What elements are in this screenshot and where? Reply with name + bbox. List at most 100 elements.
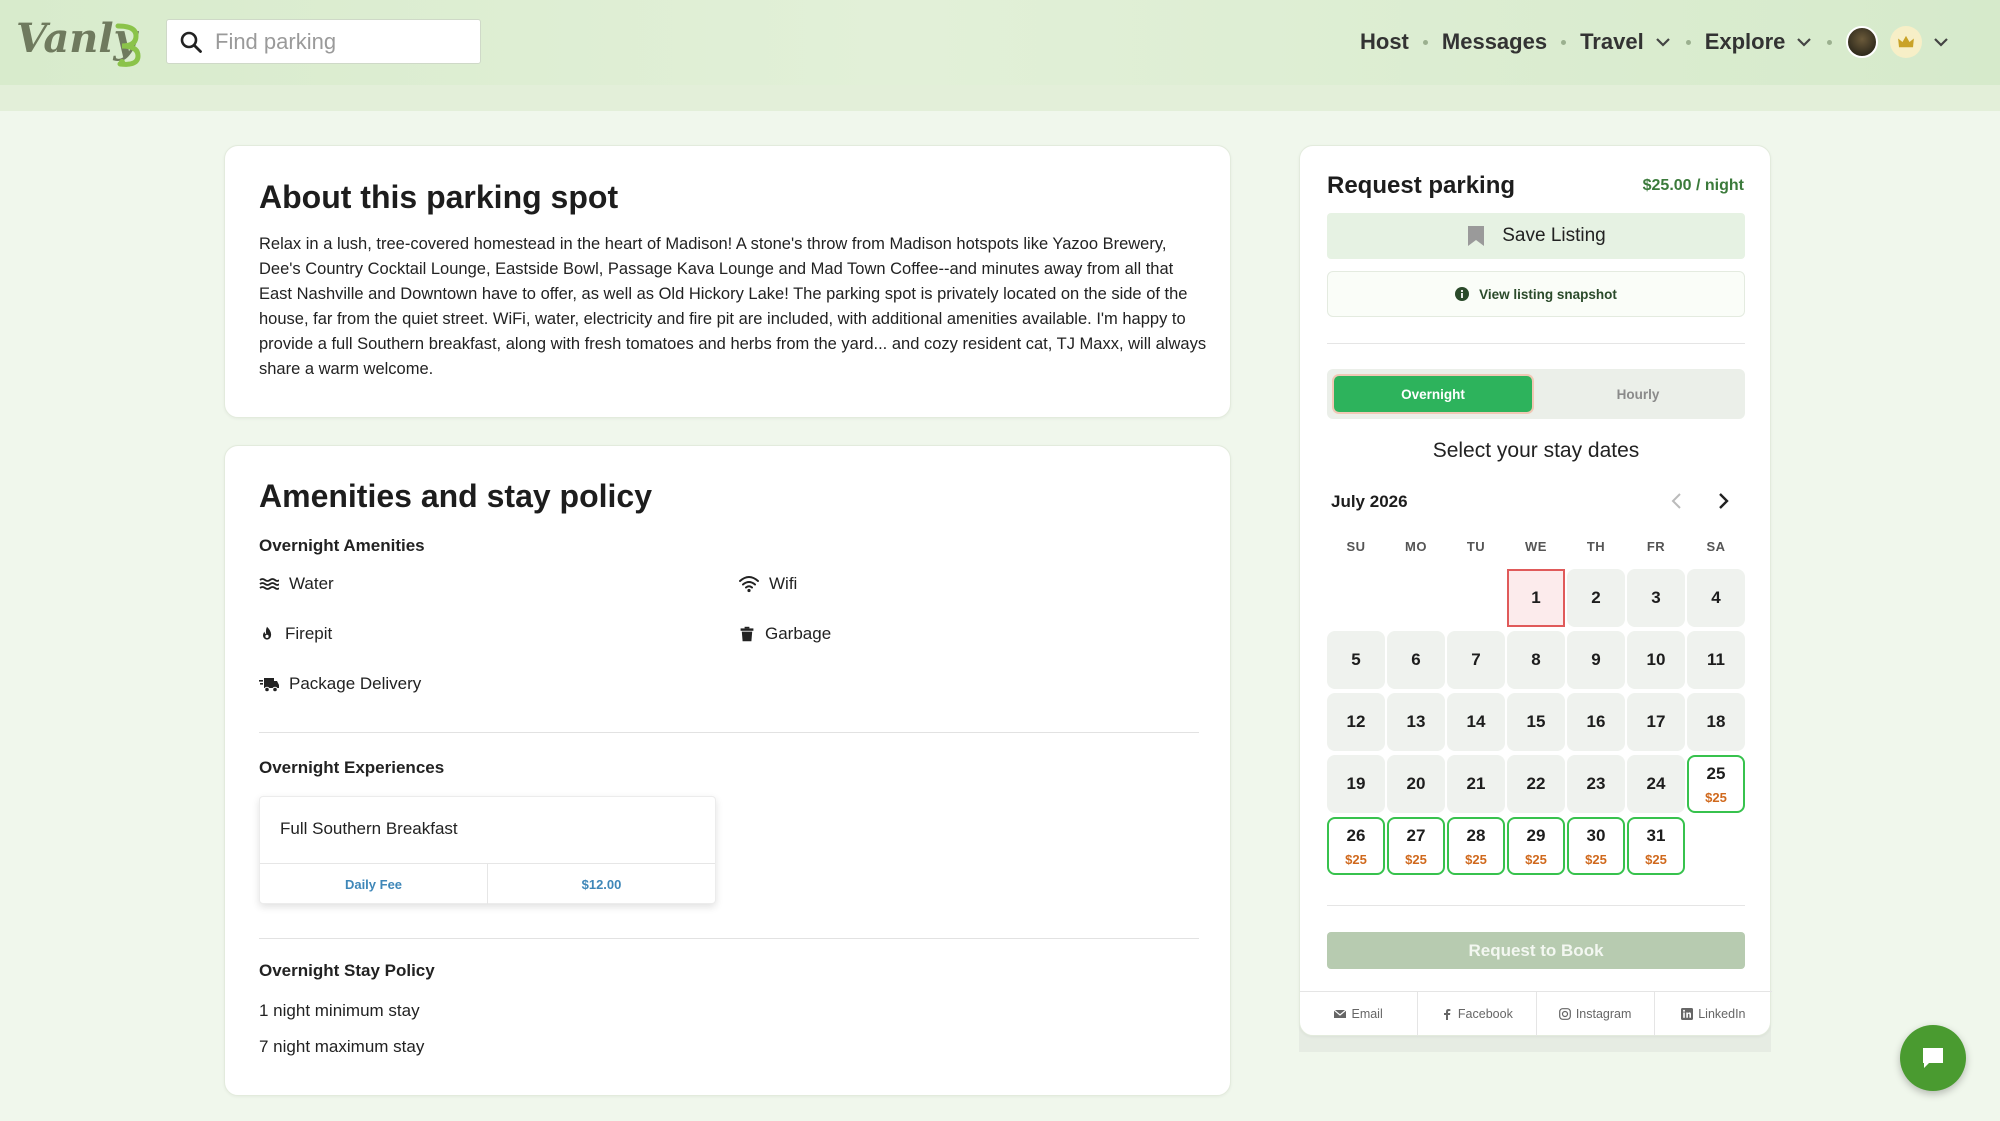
amenity-water: Water: [259, 574, 334, 594]
calendar-day-5[interactable]: 5: [1327, 631, 1385, 689]
search-input[interactable]: [215, 28, 465, 55]
share-linkedin[interactable]: LinkedIn: [1653, 992, 1772, 1036]
amenity-label: Water: [289, 574, 334, 593]
calendar-day-17[interactable]: 17: [1627, 693, 1685, 751]
view-snapshot-button[interactable]: View listing snapshot: [1327, 271, 1745, 317]
calendar-day-23[interactable]: 23: [1567, 755, 1625, 813]
overnight-stay-policy-heading: Overnight Stay Policy: [259, 961, 435, 980]
about-description: Relax in a lush, tree-covered homestead …: [259, 235, 1207, 378]
save-listing-button[interactable]: Save Listing: [1327, 213, 1745, 259]
calendar-day-20[interactable]: 20: [1387, 755, 1445, 813]
calendar-day-4[interactable]: 4: [1687, 569, 1745, 627]
calendar-day-29[interactable]: 29 $25: [1507, 817, 1565, 875]
toggle-overnight[interactable]: Overnight: [1334, 376, 1532, 412]
nightly-price: $25.00 / night: [1642, 177, 1744, 194]
nav-host-label: Host: [1360, 29, 1409, 54]
calendar-day-30[interactable]: 30 $25: [1567, 817, 1625, 875]
search-box[interactable]: [166, 19, 481, 64]
calendar-day-7[interactable]: 7: [1447, 631, 1505, 689]
divider: [1327, 905, 1745, 906]
nav-travel[interactable]: Travel: [1580, 29, 1672, 55]
crown-icon: [1890, 26, 1923, 58]
nav-separator: [1422, 39, 1428, 45]
vanly-logo[interactable]: Vanly: [14, 12, 144, 68]
water-icon: [259, 578, 279, 590]
day-number: 24: [1646, 774, 1666, 793]
amenity-label: Package Delivery: [289, 674, 422, 693]
calendar-day-9[interactable]: 9: [1567, 631, 1625, 689]
day-number: 20: [1406, 774, 1426, 793]
calendar-day-18[interactable]: 18: [1687, 693, 1745, 751]
calendar-day-15[interactable]: 15: [1507, 693, 1565, 751]
calendar-day-2[interactable]: 2: [1567, 569, 1625, 627]
day-number: 22: [1526, 774, 1546, 793]
experience-card[interactable]: Full Southern Breakfast Daily Fee $12.00: [259, 796, 716, 904]
day-number: 7: [1471, 650, 1481, 669]
day-number: 27: [1406, 825, 1426, 845]
calendar-day-21[interactable]: 21: [1447, 755, 1505, 813]
divider: [1327, 343, 1745, 344]
day-number: 21: [1466, 774, 1486, 793]
amenity-label: Garbage: [765, 624, 832, 643]
nav-explore[interactable]: Explore: [1705, 29, 1814, 55]
nav-host[interactable]: Host: [1360, 29, 1409, 55]
truck-icon: [259, 678, 279, 693]
header-band: [0, 85, 2000, 111]
day-price: $25: [1345, 851, 1367, 867]
avatar[interactable]: [1846, 26, 1879, 58]
day-price: $25: [1705, 789, 1727, 805]
experience-fee-value: $12.00: [487, 864, 715, 904]
calendar-day-12[interactable]: 12: [1327, 693, 1385, 751]
calendar-day-27[interactable]: 27 $25: [1387, 817, 1445, 875]
amenities-card: Amenities and stay policy Overnight Amen…: [224, 445, 1231, 1096]
weekday-we: WE: [1525, 539, 1547, 554]
user-menu[interactable]: [1846, 26, 1950, 58]
about-card: About this parking spot Relax in a lush,…: [224, 145, 1231, 418]
day-number: 23: [1586, 774, 1606, 793]
calendar-day-1[interactable]: 1: [1507, 569, 1565, 627]
calendar-day-10[interactable]: 10: [1627, 631, 1685, 689]
svg-text:Vanly: Vanly: [16, 15, 140, 62]
save-listing-label: Save Listing: [1502, 225, 1606, 246]
nav-separator: [1827, 39, 1833, 45]
amenity-label: Firepit: [285, 624, 333, 643]
chevron-right-icon[interactable]: [1713, 491, 1733, 511]
calendar-day-26[interactable]: 26 $25: [1327, 817, 1385, 875]
calendar-day-16[interactable]: 16: [1567, 693, 1625, 751]
toggle-hourly[interactable]: Hourly: [1539, 376, 1737, 412]
chevron-left-icon[interactable]: [1667, 491, 1687, 511]
day-number: 28: [1466, 825, 1486, 845]
calendar-day-24[interactable]: 24: [1627, 755, 1685, 813]
calendar-day-3[interactable]: 3: [1627, 569, 1685, 627]
overnight-amenities-heading: Overnight Amenities: [259, 536, 425, 555]
calendar-day-8[interactable]: 8: [1507, 631, 1565, 689]
calendar-day-11[interactable]: 11: [1687, 631, 1745, 689]
day-number: 19: [1346, 774, 1366, 793]
about-title: About this parking spot: [259, 179, 619, 215]
request-panel: Request parking $25.00 / night Save List…: [1299, 145, 1772, 1036]
view-snapshot-label: View listing snapshot: [1479, 286, 1617, 302]
request-to-book-button[interactable]: Request to Book: [1327, 932, 1745, 969]
facebook-icon: [1443, 1009, 1451, 1020]
share-email[interactable]: Email: [1300, 992, 1417, 1036]
chat-button[interactable]: [1900, 1025, 1966, 1091]
divider: [259, 732, 1199, 733]
calendar-day-25[interactable]: 25 $25: [1687, 755, 1745, 813]
share-instagram[interactable]: Instagram: [1535, 992, 1654, 1036]
calendar-day-31[interactable]: 31 $25: [1627, 817, 1685, 875]
day-number: 16: [1586, 712, 1606, 731]
nav-messages[interactable]: Messages: [1442, 29, 1547, 55]
weekday-fr: FR: [1646, 539, 1666, 554]
calendar-day-13[interactable]: 13: [1387, 693, 1445, 751]
chevron-down-icon: [1655, 38, 1670, 47]
calendar-day-6[interactable]: 6: [1387, 631, 1445, 689]
search-icon: [180, 31, 202, 53]
calendar-day-22[interactable]: 22: [1507, 755, 1565, 813]
calendar-day-28[interactable]: 28 $25: [1447, 817, 1505, 875]
calendar-day-14[interactable]: 14: [1447, 693, 1505, 751]
day-number: 14: [1466, 712, 1486, 731]
experience-fee-row: Daily Fee $12.00: [260, 863, 715, 904]
share-facebook[interactable]: Facebook: [1417, 992, 1535, 1036]
overnight-experiences-heading: Overnight Experiences: [259, 758, 445, 777]
calendar-day-19[interactable]: 19: [1327, 755, 1385, 813]
